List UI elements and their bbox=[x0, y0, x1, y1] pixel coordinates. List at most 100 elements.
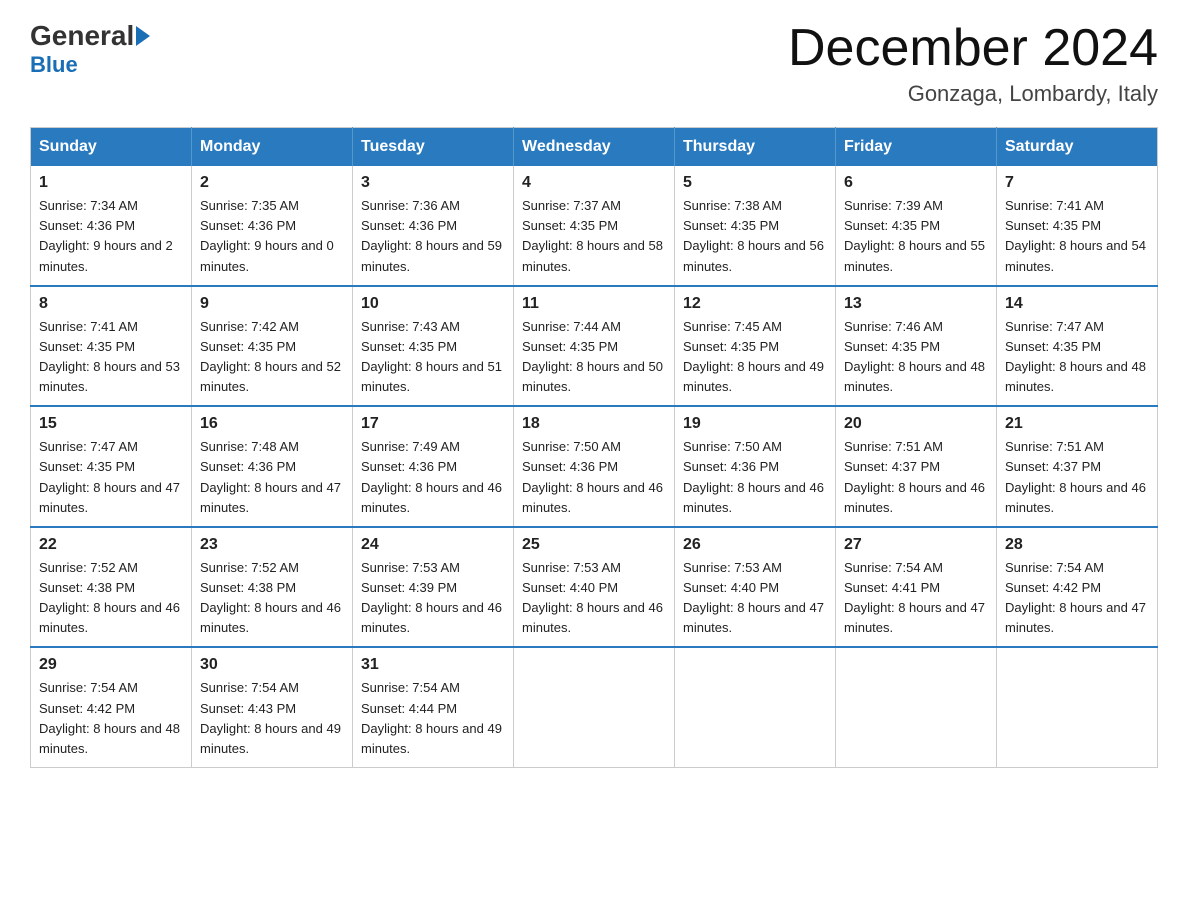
calendar-cell: 13 Sunrise: 7:46 AMSunset: 4:35 PMDayligh… bbox=[836, 286, 997, 407]
calendar-cell: 6 Sunrise: 7:39 AMSunset: 4:35 PMDaylight… bbox=[836, 166, 997, 286]
day-info: Sunrise: 7:48 AMSunset: 4:36 PMDaylight:… bbox=[200, 437, 344, 518]
day-info: Sunrise: 7:53 AMSunset: 4:39 PMDaylight:… bbox=[361, 558, 505, 639]
calendar-cell: 12 Sunrise: 7:45 AMSunset: 4:35 PMDayligh… bbox=[675, 286, 836, 407]
day-info: Sunrise: 7:45 AMSunset: 4:35 PMDaylight:… bbox=[683, 317, 827, 398]
calendar-cell: 19Sunrise: 7:50 AMSunset: 4:36 PMDayligh… bbox=[675, 406, 836, 527]
calendar-week-row: 29Sunrise: 7:54 AMSunset: 4:42 PMDayligh… bbox=[31, 647, 1158, 767]
logo-blue-text: Blue bbox=[30, 52, 78, 78]
calendar-cell: 5 Sunrise: 7:38 AMSunset: 4:35 PMDaylight… bbox=[675, 166, 836, 286]
calendar-header-row: SundayMondayTuesdayWednesdayThursdayFrid… bbox=[31, 128, 1158, 167]
day-info: Sunrise: 7:38 AMSunset: 4:35 PMDaylight:… bbox=[683, 196, 827, 277]
calendar-cell bbox=[675, 647, 836, 767]
day-number: 9 bbox=[200, 295, 344, 313]
day-info: Sunrise: 7:54 AMSunset: 4:44 PMDaylight:… bbox=[361, 678, 505, 759]
day-number: 16 bbox=[200, 415, 344, 433]
day-number: 29 bbox=[39, 656, 183, 674]
logo: General Blue bbox=[30, 20, 152, 78]
day-number: 11 bbox=[522, 295, 666, 313]
day-info: Sunrise: 7:52 AMSunset: 4:38 PMDaylight:… bbox=[39, 558, 183, 639]
day-info: Sunrise: 7:42 AMSunset: 4:35 PMDaylight:… bbox=[200, 317, 344, 398]
day-number: 27 bbox=[844, 536, 988, 554]
calendar-table: SundayMondayTuesdayWednesdayThursdayFrid… bbox=[30, 127, 1158, 768]
day-info: Sunrise: 7:39 AMSunset: 4:35 PMDaylight:… bbox=[844, 196, 988, 277]
day-info: Sunrise: 7:46 AMSunset: 4:35 PMDaylight:… bbox=[844, 317, 988, 398]
day-info: Sunrise: 7:43 AMSunset: 4:35 PMDaylight:… bbox=[361, 317, 505, 398]
calendar-cell: 15Sunrise: 7:47 AMSunset: 4:35 PMDayligh… bbox=[31, 406, 192, 527]
day-number: 4 bbox=[522, 174, 666, 192]
day-number: 2 bbox=[200, 174, 344, 192]
day-number: 25 bbox=[522, 536, 666, 554]
calendar-cell: 14 Sunrise: 7:47 AMSunset: 4:35 PMDayligh… bbox=[997, 286, 1158, 407]
calendar-cell: 18 Sunrise: 7:50 AMSunset: 4:36 PMDayligh… bbox=[514, 406, 675, 527]
calendar-cell: 10 Sunrise: 7:43 AMSunset: 4:35 PMDayligh… bbox=[353, 286, 514, 407]
calendar-cell: 25 Sunrise: 7:53 AMSunset: 4:40 PMDayligh… bbox=[514, 527, 675, 648]
calendar-cell: 22 Sunrise: 7:52 AMSunset: 4:38 PMDayligh… bbox=[31, 527, 192, 648]
calendar-cell: 16 Sunrise: 7:48 AMSunset: 4:36 PMDayligh… bbox=[192, 406, 353, 527]
day-number: 19 bbox=[683, 415, 827, 433]
day-number: 5 bbox=[683, 174, 827, 192]
calendar-cell: 24 Sunrise: 7:53 AMSunset: 4:39 PMDayligh… bbox=[353, 527, 514, 648]
weekday-header-saturday: Saturday bbox=[997, 128, 1158, 167]
day-number: 12 bbox=[683, 295, 827, 313]
day-number: 18 bbox=[522, 415, 666, 433]
calendar-cell: 29Sunrise: 7:54 AMSunset: 4:42 PMDayligh… bbox=[31, 647, 192, 767]
day-info: Sunrise: 7:34 AMSunset: 4:36 PMDaylight:… bbox=[39, 196, 183, 277]
day-info: Sunrise: 7:50 AMSunset: 4:36 PMDaylight:… bbox=[522, 437, 666, 518]
day-info: Sunrise: 7:51 AMSunset: 4:37 PMDaylight:… bbox=[844, 437, 988, 518]
day-info: Sunrise: 7:54 AMSunset: 4:42 PMDaylight:… bbox=[1005, 558, 1149, 639]
weekday-header-tuesday: Tuesday bbox=[353, 128, 514, 167]
title-block: December 2024 Gonzaga, Lombardy, Italy bbox=[788, 20, 1158, 107]
calendar-cell: 1 Sunrise: 7:34 AMSunset: 4:36 PMDaylight… bbox=[31, 166, 192, 286]
day-number: 22 bbox=[39, 536, 183, 554]
day-number: 3 bbox=[361, 174, 505, 192]
day-info: Sunrise: 7:53 AMSunset: 4:40 PMDaylight:… bbox=[683, 558, 827, 639]
day-info: Sunrise: 7:44 AMSunset: 4:35 PMDaylight:… bbox=[522, 317, 666, 398]
calendar-cell: 27Sunrise: 7:54 AMSunset: 4:41 PMDayligh… bbox=[836, 527, 997, 648]
day-number: 23 bbox=[200, 536, 344, 554]
day-number: 13 bbox=[844, 295, 988, 313]
day-number: 14 bbox=[1005, 295, 1149, 313]
day-info: Sunrise: 7:41 AMSunset: 4:35 PMDaylight:… bbox=[39, 317, 183, 398]
calendar-cell: 4 Sunrise: 7:37 AMSunset: 4:35 PMDaylight… bbox=[514, 166, 675, 286]
calendar-cell: 23Sunrise: 7:52 AMSunset: 4:38 PMDayligh… bbox=[192, 527, 353, 648]
calendar-week-row: 22 Sunrise: 7:52 AMSunset: 4:38 PMDayligh… bbox=[31, 527, 1158, 648]
day-number: 21 bbox=[1005, 415, 1149, 433]
calendar-cell: 26Sunrise: 7:53 AMSunset: 4:40 PMDayligh… bbox=[675, 527, 836, 648]
day-info: Sunrise: 7:51 AMSunset: 4:37 PMDaylight:… bbox=[1005, 437, 1149, 518]
day-number: 24 bbox=[361, 536, 505, 554]
calendar-cell: 9 Sunrise: 7:42 AMSunset: 4:35 PMDaylight… bbox=[192, 286, 353, 407]
calendar-cell: 21 Sunrise: 7:51 AMSunset: 4:37 PMDayligh… bbox=[997, 406, 1158, 527]
calendar-week-row: 15Sunrise: 7:47 AMSunset: 4:35 PMDayligh… bbox=[31, 406, 1158, 527]
calendar-week-row: 8 Sunrise: 7:41 AMSunset: 4:35 PMDaylight… bbox=[31, 286, 1158, 407]
calendar-cell: 17Sunrise: 7:49 AMSunset: 4:36 PMDayligh… bbox=[353, 406, 514, 527]
day-info: Sunrise: 7:35 AMSunset: 4:36 PMDaylight:… bbox=[200, 196, 344, 277]
day-number: 28 bbox=[1005, 536, 1149, 554]
day-number: 8 bbox=[39, 295, 183, 313]
page-header: General Blue December 2024 Gonzaga, Lomb… bbox=[30, 20, 1158, 107]
day-number: 15 bbox=[39, 415, 183, 433]
calendar-cell: 2 Sunrise: 7:35 AMSunset: 4:36 PMDaylight… bbox=[192, 166, 353, 286]
day-number: 6 bbox=[844, 174, 988, 192]
day-number: 20 bbox=[844, 415, 988, 433]
calendar-cell bbox=[997, 647, 1158, 767]
calendar-cell bbox=[836, 647, 997, 767]
location-subtitle: Gonzaga, Lombardy, Italy bbox=[788, 81, 1158, 107]
weekday-header-monday: Monday bbox=[192, 128, 353, 167]
day-info: Sunrise: 7:37 AMSunset: 4:35 PMDaylight:… bbox=[522, 196, 666, 277]
day-info: Sunrise: 7:36 AMSunset: 4:36 PMDaylight:… bbox=[361, 196, 505, 277]
day-info: Sunrise: 7:53 AMSunset: 4:40 PMDaylight:… bbox=[522, 558, 666, 639]
calendar-cell: 30Sunrise: 7:54 AMSunset: 4:43 PMDayligh… bbox=[192, 647, 353, 767]
day-number: 1 bbox=[39, 174, 183, 192]
day-number: 10 bbox=[361, 295, 505, 313]
calendar-cell: 31Sunrise: 7:54 AMSunset: 4:44 PMDayligh… bbox=[353, 647, 514, 767]
calendar-cell: 28 Sunrise: 7:54 AMSunset: 4:42 PMDayligh… bbox=[997, 527, 1158, 648]
calendar-cell: 7Sunrise: 7:41 AMSunset: 4:35 PMDaylight… bbox=[997, 166, 1158, 286]
weekday-header-friday: Friday bbox=[836, 128, 997, 167]
weekday-header-thursday: Thursday bbox=[675, 128, 836, 167]
calendar-week-row: 1 Sunrise: 7:34 AMSunset: 4:36 PMDaylight… bbox=[31, 166, 1158, 286]
day-info: Sunrise: 7:47 AMSunset: 4:35 PMDaylight:… bbox=[1005, 317, 1149, 398]
day-info: Sunrise: 7:41 AMSunset: 4:35 PMDaylight:… bbox=[1005, 196, 1149, 277]
logo-triangle-icon bbox=[136, 26, 150, 46]
weekday-header-wednesday: Wednesday bbox=[514, 128, 675, 167]
calendar-cell bbox=[514, 647, 675, 767]
